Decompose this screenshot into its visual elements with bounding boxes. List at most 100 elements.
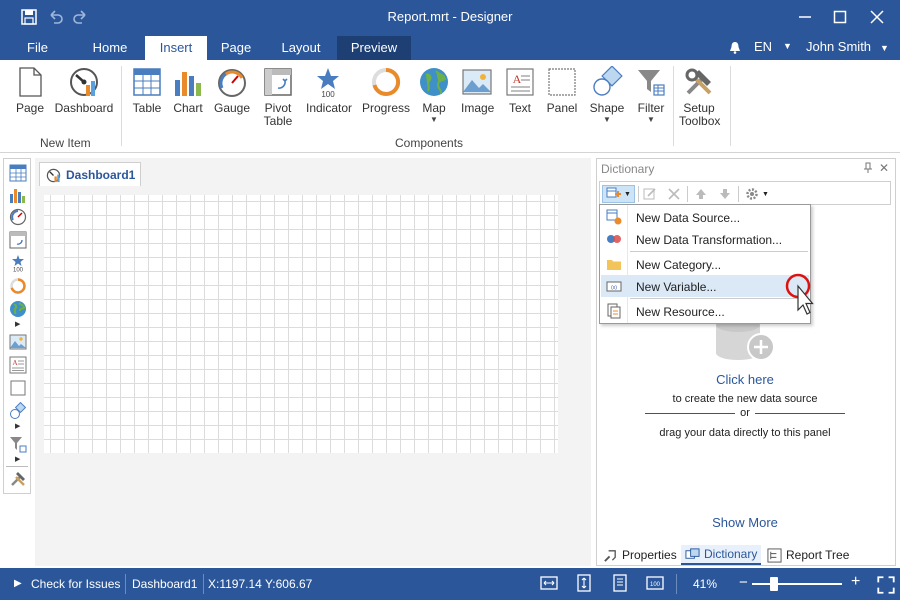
user-name[interactable]: John Smith: [806, 39, 871, 54]
cursor-coordinates: X:1197.14 Y:606.67: [208, 577, 313, 591]
pivot-table-icon: [264, 68, 292, 96]
filter-icon[interactable]: [9, 435, 27, 453]
shape-expand-icon[interactable]: ▶: [15, 422, 20, 430]
tab-dictionary[interactable]: Dictionary: [681, 545, 761, 565]
pivot-table-icon[interactable]: [9, 231, 27, 249]
svg-text:100: 100: [650, 582, 661, 588]
pin-icon[interactable]: [863, 162, 873, 177]
click-here-link[interactable]: Click here: [597, 372, 893, 387]
check-for-issues-button[interactable]: Check for Issues: [31, 577, 120, 591]
zoom-slider[interactable]: [752, 583, 842, 585]
progress-icon[interactable]: [9, 277, 27, 295]
report-tree-icon: [767, 547, 782, 563]
table-button[interactable]: Table: [130, 66, 164, 115]
pivot-table-button[interactable]: Pivot Table: [261, 66, 295, 128]
shape-button[interactable]: Shape ▼: [589, 66, 625, 125]
bell-icon[interactable]: [729, 41, 741, 57]
shape-icon: [593, 66, 623, 96]
tab-insert[interactable]: Insert: [145, 36, 207, 60]
fit-width-icon[interactable]: [540, 574, 558, 592]
dashboard-button[interactable]: Dashboard: [54, 66, 114, 115]
table-icon[interactable]: [9, 164, 27, 182]
indicator-value: 100: [321, 90, 335, 98]
image-icon: [462, 69, 492, 95]
ribbon: Page Dashboard New Item Table Chart Gaug…: [0, 60, 900, 153]
map-icon[interactable]: [9, 300, 27, 318]
drag-data-text: drag your data directly to this panel: [659, 427, 831, 439]
setup-toolbox-button[interactable]: Setup Toolbox: [679, 66, 720, 128]
close-icon[interactable]: [866, 6, 888, 28]
language-selector[interactable]: EN: [754, 39, 772, 54]
tools-icon[interactable]: [9, 470, 27, 488]
map-expand-icon[interactable]: ▶: [15, 320, 20, 328]
page-button[interactable]: Page: [12, 66, 48, 115]
panel-icon[interactable]: [9, 379, 27, 397]
menu-item-new-variable[interactable]: (x) New Variable...: [601, 275, 809, 297]
gauge-button[interactable]: Gauge: [213, 66, 251, 115]
status-divider: [203, 574, 204, 594]
indicator-icon[interactable]: 100: [9, 254, 27, 272]
whole-page-icon[interactable]: [611, 574, 629, 592]
language-dropdown-icon[interactable]: ▼: [783, 41, 792, 51]
toolbox-divider: [6, 466, 28, 467]
tab-preview[interactable]: Preview: [337, 36, 411, 60]
shape-icon[interactable]: [9, 402, 27, 420]
tab-properties[interactable]: Properties: [603, 545, 677, 565]
indicator-button[interactable]: 100 Indicator: [306, 66, 352, 115]
tab-file[interactable]: File: [10, 36, 65, 60]
expand-arrow-icon[interactable]: ▶: [14, 578, 22, 589]
chart-button[interactable]: Chart: [172, 66, 204, 115]
menu-item-new-data-source[interactable]: New Data Source...: [601, 206, 809, 228]
zoom-slider-thumb[interactable]: [770, 577, 778, 591]
actual-size-icon[interactable]: 100: [646, 574, 664, 592]
text-button[interactable]: A Text: [504, 66, 536, 115]
edit-button[interactable]: [641, 185, 659, 203]
fullscreen-icon[interactable]: [877, 576, 895, 594]
document-tab-label: Dashboard1: [66, 168, 136, 182]
move-down-button[interactable]: [716, 185, 734, 203]
tools-icon: [685, 68, 712, 95]
panel-close-icon[interactable]: ✕: [879, 161, 889, 175]
document-tab[interactable]: Dashboard1: [39, 162, 141, 186]
settings-dropdown-button[interactable]: ▼: [742, 185, 772, 203]
map-dropdown-icon[interactable]: ▼: [418, 115, 450, 125]
maximize-icon[interactable]: [829, 6, 851, 28]
group-divider: [673, 66, 674, 146]
menu-item-new-category[interactable]: New Category...: [601, 253, 809, 275]
tab-layout[interactable]: Layout: [270, 36, 332, 60]
menu-item-new-resource[interactable]: New Resource...: [601, 300, 809, 322]
gauge-icon[interactable]: [9, 208, 27, 226]
zoom-in-button[interactable]: +: [851, 573, 860, 591]
user-dropdown-icon[interactable]: ▼: [880, 43, 889, 53]
ribbon-tabs: File Home Insert Page Layout Preview EN …: [0, 34, 900, 60]
dashboard-icon: [70, 68, 98, 96]
fit-height-icon[interactable]: [575, 574, 593, 592]
filter-dropdown-icon[interactable]: ▼: [634, 115, 668, 125]
minimize-icon[interactable]: [794, 6, 816, 28]
filter-expand-icon[interactable]: ▶: [15, 455, 20, 463]
shape-dropdown-icon[interactable]: ▼: [589, 115, 625, 125]
text-icon[interactable]: A: [9, 356, 27, 374]
map-button[interactable]: Map ▼: [418, 66, 450, 125]
image-icon[interactable]: [9, 333, 27, 351]
chart-icon[interactable]: [9, 186, 27, 204]
progress-button[interactable]: Progress: [361, 66, 411, 115]
delete-button[interactable]: [665, 185, 683, 203]
menu-item-new-data-transformation[interactable]: New Data Transformation...: [601, 228, 809, 250]
show-more-link[interactable]: Show More: [597, 515, 893, 530]
move-up-button[interactable]: [692, 185, 710, 203]
filter-button[interactable]: Filter ▼: [634, 66, 668, 125]
image-button[interactable]: Image: [461, 66, 494, 115]
tab-home[interactable]: Home: [80, 36, 140, 60]
toolbar-divider: [687, 186, 688, 202]
zoom-out-button[interactable]: −: [739, 574, 748, 591]
group-divider: [121, 66, 122, 146]
delete-icon: [668, 188, 680, 200]
dashboard-canvas[interactable]: [44, 195, 558, 453]
tab-page[interactable]: Page: [210, 36, 262, 60]
panel-button[interactable]: Panel: [546, 66, 578, 115]
tab-report-tree[interactable]: Report Tree: [767, 545, 849, 565]
database-add-icon[interactable]: [714, 317, 776, 365]
arrow-up-icon: [696, 189, 706, 199]
new-item-dropdown-button[interactable]: ▼: [602, 185, 635, 203]
